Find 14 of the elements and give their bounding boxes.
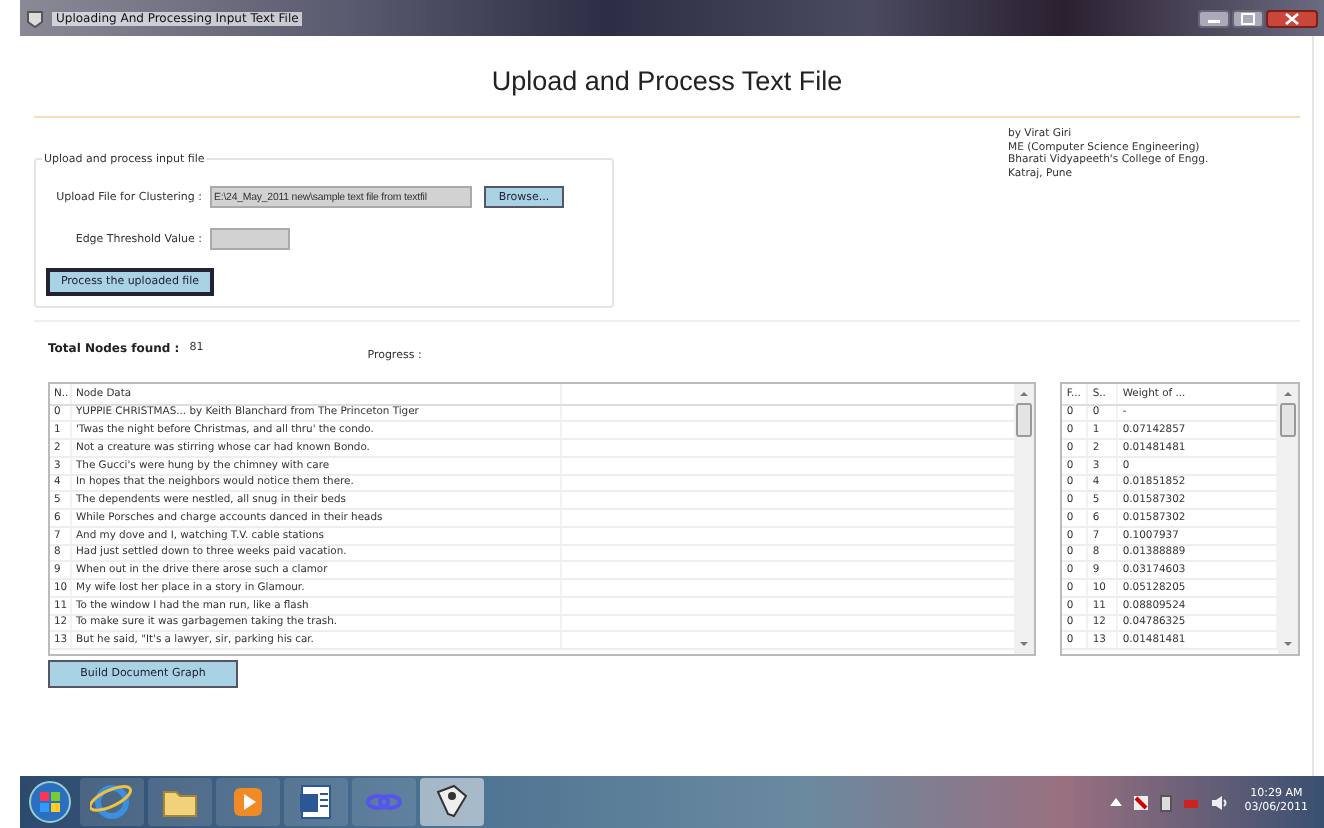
speaker-icon[interactable] <box>1210 793 1231 811</box>
app-icon[interactable] <box>26 9 44 27</box>
flag-icon[interactable] <box>1132 793 1151 811</box>
scrollbar[interactable] <box>1278 384 1298 654</box>
close-icon[interactable] <box>1266 9 1318 27</box>
input-field[interactable] <box>210 228 290 250</box>
arrow-up-icon[interactable] <box>1110 796 1123 808</box>
page-title: Upload and Process Text File <box>491 66 843 96</box>
scrollbar[interactable] <box>1014 384 1035 654</box>
minimize-icon[interactable] <box>1198 9 1230 27</box>
globe-icon[interactable] <box>90 780 134 824</box>
battery-icon[interactable] <box>1160 793 1173 811</box>
start-button[interactable] <box>28 780 72 824</box>
maximize-icon[interactable] <box>1232 9 1264 27</box>
